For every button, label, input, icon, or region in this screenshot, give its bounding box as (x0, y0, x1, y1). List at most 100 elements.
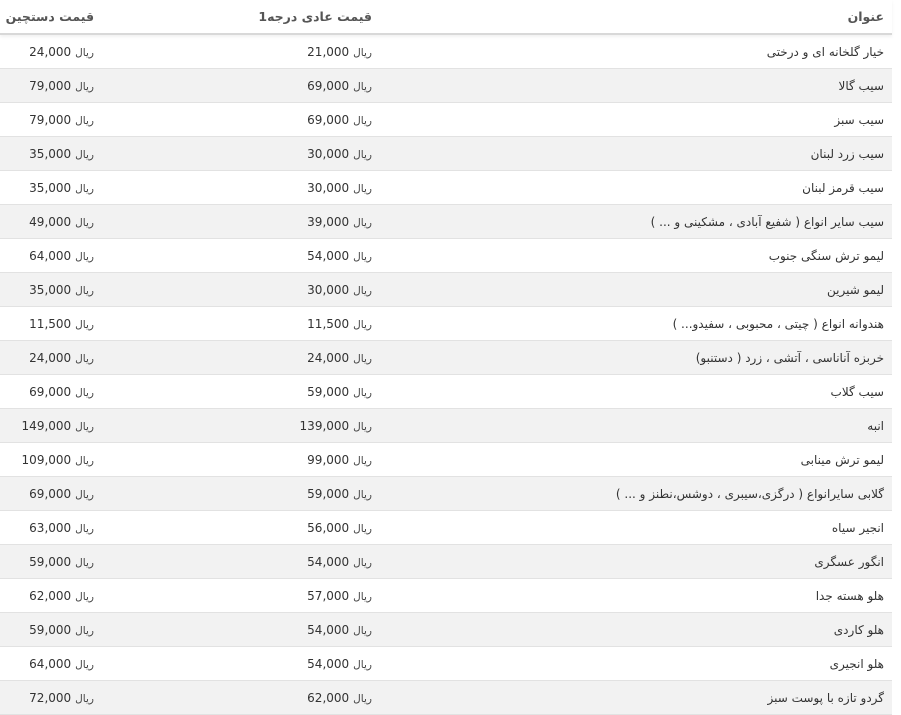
currency-label: ریال (353, 216, 372, 229)
currency-label: ریال (353, 590, 372, 603)
currency-label: ریال (75, 46, 94, 59)
row-normal-price: ریال54,000 (100, 249, 372, 263)
currency-label: ریال (75, 386, 94, 399)
price-value: 109,000 (21, 452, 72, 467)
row-normal-price: ریال30,000 (100, 181, 372, 195)
price-value: 62,000 (29, 588, 72, 603)
currency-label: ریال (75, 114, 94, 127)
row-title: انبه (867, 418, 884, 433)
row-normal-price: ریال69,000 (100, 113, 372, 127)
price-value: 56,000 (307, 520, 350, 535)
table-header: عنوان قیمت عادی درجه1 قیمت دستچین (0, 0, 892, 35)
row-handpicked-price: ریال24,000 (0, 351, 100, 365)
row-normal-price: ریال99,000 (100, 453, 372, 467)
price-value: 69,000 (29, 486, 72, 501)
currency-label: ریال (75, 590, 94, 603)
table-row: خربزه آناناسی ، آتشی ، زرد ( دستنبو) ریال… (0, 341, 892, 375)
row-normal-price: ریال62,000 (100, 691, 372, 705)
currency-label: ریال (353, 522, 372, 535)
row-handpicked-price: ریال59,000 (0, 623, 100, 637)
row-title: گردو تازه با پوست سبز (767, 690, 884, 705)
table-row: لیمو شیرین ریال30,000 ریال35,000 (0, 273, 892, 307)
row-title: هلو هسته جدا (815, 588, 884, 603)
price-value: 63,000 (29, 520, 72, 535)
table-row: لیمو ترش مینابی ریال99,000 ریال109,000 (0, 443, 892, 477)
table-row: هندوانه انواع ( چیتی ، محبوبی ، سفیدو...… (0, 307, 892, 341)
currency-label: ریال (75, 658, 94, 671)
row-normal-price: ریال56,000 (100, 521, 372, 535)
currency-label: ریال (75, 148, 94, 161)
price-value: 24,000 (29, 350, 72, 365)
currency-label: ریال (75, 284, 94, 297)
price-value: 35,000 (29, 146, 72, 161)
price-value: 24,000 (307, 350, 350, 365)
row-title: انجیر سیاه (831, 520, 884, 535)
price-value: 69,000 (29, 384, 72, 399)
row-handpicked-price: ریال49,000 (0, 215, 100, 229)
currency-label: ریال (75, 352, 94, 365)
row-handpicked-price: ریال79,000 (0, 113, 100, 127)
price-value: 24,000 (29, 44, 72, 59)
row-title: سیب سایر انواع ( شفیع آبادی ، مشکینی و .… (650, 214, 884, 229)
row-handpicked-price: ریال35,000 (0, 283, 100, 297)
currency-label: ریال (353, 250, 372, 263)
price-value: 59,000 (29, 554, 72, 569)
currency-label: ریال (353, 692, 372, 705)
table-row: انگور عسگری ریال54,000 ریال59,000 (0, 545, 892, 579)
price-value: 30,000 (307, 282, 350, 297)
table-row: لیمو ترش سنگی جنوب ریال54,000 ریال64,000 (0, 239, 892, 273)
header-title: عنوان (847, 9, 884, 24)
row-normal-price: ریال59,000 (100, 487, 372, 501)
currency-label: ریال (75, 454, 94, 467)
price-value: 30,000 (307, 180, 350, 195)
row-title: سیب گالا (838, 78, 885, 93)
currency-label: ریال (353, 182, 372, 195)
currency-label: ریال (353, 114, 372, 127)
price-value: 49,000 (29, 214, 72, 229)
price-value: 69,000 (307, 112, 350, 127)
table-row: سیب قرمز لبنان ریال30,000 ریال35,000 (0, 171, 892, 205)
price-value: 59,000 (307, 384, 350, 399)
table-row: سیب سبز ریال69,000 ریال79,000 (0, 103, 892, 137)
row-handpicked-price: ریال109,000 (0, 453, 100, 467)
row-handpicked-price: ریال11,500 (0, 317, 100, 331)
currency-label: ریال (75, 522, 94, 535)
price-value: 35,000 (29, 180, 72, 195)
price-value: 79,000 (29, 112, 72, 127)
price-value: 21,000 (307, 44, 350, 59)
row-title: هلو انجیری (829, 656, 884, 671)
currency-label: ریال (75, 250, 94, 263)
row-normal-price: ریال24,000 (100, 351, 372, 365)
row-handpicked-price: ریال35,000 (0, 147, 100, 161)
table-row: خیار گلخانه ای و درختی ریال21,000 ریال24,0… (0, 35, 892, 69)
currency-label: ریال (75, 182, 94, 195)
row-normal-price: ریال39,000 (100, 215, 372, 229)
row-title: لیمو ترش مینابی (800, 452, 884, 467)
row-normal-price: ریال54,000 (100, 555, 372, 569)
row-handpicked-price: ریال149,000 (0, 419, 100, 433)
currency-label: ریال (75, 318, 94, 331)
row-title: خربزه آناناسی ، آتشی ، زرد ( دستنبو) (695, 350, 884, 365)
currency-label: ریال (353, 420, 372, 433)
row-title: گلابی سایرانواع ( درگزی،سیبری ، دوشس،نطن… (615, 486, 884, 501)
currency-label: ریال (353, 352, 372, 365)
row-handpicked-price: ریال24,000 (0, 45, 100, 59)
row-title: لیمو شیرین (827, 282, 884, 297)
price-value: 69,000 (307, 78, 350, 93)
row-title: لیمو ترش سنگی جنوب (768, 248, 884, 263)
price-value: 57,000 (307, 588, 350, 603)
row-title: سیب قرمز لبنان (802, 180, 884, 195)
header-handpicked-price: قیمت دستچین (5, 9, 94, 24)
currency-label: ریال (353, 556, 372, 569)
currency-label: ریال (353, 386, 372, 399)
currency-label: ریال (75, 488, 94, 501)
row-handpicked-price: ریال64,000 (0, 249, 100, 263)
currency-label: ریال (353, 284, 372, 297)
price-value: 54,000 (307, 554, 350, 569)
currency-label: ریال (75, 624, 94, 637)
row-normal-price: ریال54,000 (100, 623, 372, 637)
row-handpicked-price: ریال79,000 (0, 79, 100, 93)
row-normal-price: ریال21,000 (100, 45, 372, 59)
table-row: هلو هسته جدا ریال57,000 ریال62,000 (0, 579, 892, 613)
row-normal-price: ریال30,000 (100, 147, 372, 161)
